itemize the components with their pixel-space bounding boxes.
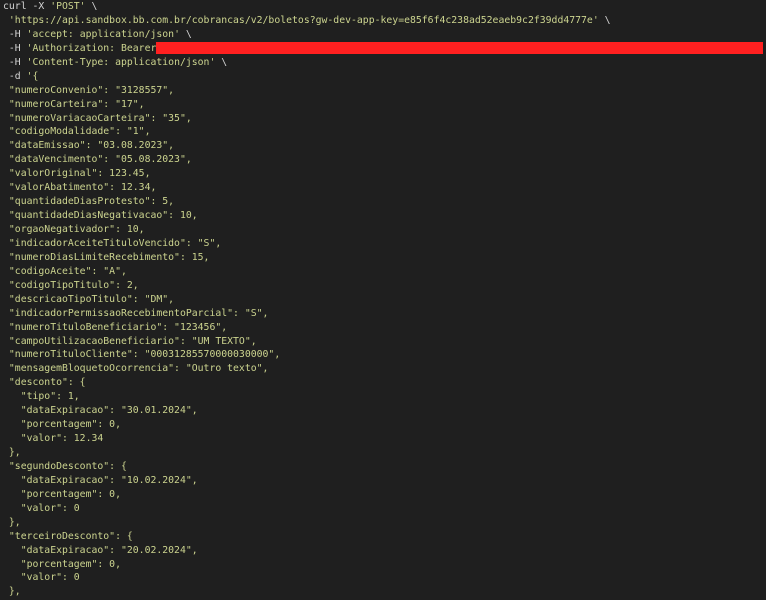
code-line: "porcentagem": 0, [3, 418, 611, 432]
code-token: -H [8, 42, 27, 54]
code-line: "orgaoNegativador": 10, [3, 223, 611, 237]
code-token: "desconto": { [8, 377, 86, 389]
code-line: "segundoDesconto": { [3, 460, 611, 474]
code-token: "dataExpiracao": "20.02.2024", [20, 544, 198, 556]
code-line: "numeroTituloBeneficiario": "123456", [3, 321, 611, 335]
code-token: }, [8, 516, 21, 528]
code-token: 'POST' [50, 1, 86, 12]
code-line: "dataEmissao": "03.08.2023", [3, 139, 611, 153]
code-line: "descricaoTipoTitulo": "DM", [3, 293, 611, 307]
terminal-window[interactable]: curl -X 'POST' \ 'https://api.sandbox.bb… [0, 0, 766, 600]
code-token: "mensagemBloquetoOcorrencia": "Outro tex… [8, 363, 269, 375]
code-token: "valor": 12.34 [20, 433, 104, 445]
code-token: 'https://api.sandbox.bb.com.br/cobrancas… [8, 14, 599, 26]
code-token: "tipo": 1, [20, 391, 80, 403]
code-line: "valorOriginal": 123.45, [3, 167, 611, 181]
code-line: "numeroTituloCliente": "0003128557000003… [3, 348, 611, 362]
code-line: "dataExpiracao": "30.01.2024", [3, 404, 611, 418]
code-token: 'accept: application/json' [26, 28, 180, 40]
code-token: "quantidadeDiasProtesto": 5, [8, 196, 175, 208]
code-token: "porcentagem": 0, [20, 419, 121, 431]
code-line: "codigoAceite": "A", [3, 265, 611, 279]
code-token: -H [8, 56, 27, 68]
code-line: "dataExpiracao": "20.02.2024", [3, 544, 611, 558]
code-token: "porcentagem": 0, [20, 558, 121, 570]
code-line: "indicadorPermissaoRecebimentoParcial": … [3, 307, 611, 321]
code-token: "numeroTituloCliente": "0003128557000003… [8, 349, 281, 361]
code-token: curl -X [3, 1, 51, 12]
code-token: "dataEmissao": "03.08.2023", [8, 140, 175, 152]
code-token: "numeroTituloBeneficiario": "123456", [8, 321, 228, 333]
code-token: }, [8, 447, 21, 458]
code-token: \ [215, 56, 228, 68]
code-line: "dataVencimento": "05.08.2023", [3, 153, 611, 167]
code-token: '{ [26, 70, 39, 82]
code-line: 'https://api.sandbox.bb.com.br/cobrancas… [3, 14, 611, 28]
code-line: "codigoTipoTitulo": 2, [3, 279, 611, 293]
code-line: "terceiroDesconto": { [3, 530, 611, 544]
code-token: "valor": 0 [20, 572, 80, 584]
code-token: -d [8, 70, 27, 82]
code-token: -H [8, 28, 27, 40]
code-token: "valor": 0 [20, 502, 80, 514]
code-line: "codigoModalidade": "1", [3, 125, 611, 139]
code-token: "campoUtilizacaoBeneficiario": "UM TEXTO… [8, 335, 257, 347]
code-line: "numeroConvenio": "3128557", [3, 84, 611, 98]
code-token: }, [8, 586, 21, 598]
code-token: \ [85, 1, 98, 12]
code-line: }, [3, 585, 611, 599]
code-token: "codigoTipoTitulo": 2, [8, 279, 139, 291]
code-token: "porcentagem": 0, [20, 488, 121, 500]
code-line: "valorAbatimento": 12.34, [3, 181, 611, 195]
code-token: "dataExpiracao": "30.01.2024", [20, 405, 198, 417]
code-token: "descricaoTipoTitulo": "DM", [8, 293, 175, 305]
code-line: "dataExpiracao": "10.02.2024", [3, 474, 611, 488]
code-line: "campoUtilizacaoBeneficiario": "UM TEXTO… [3, 335, 611, 349]
code-token: "indicadorPermissaoRecebimentoParcial": … [8, 307, 269, 319]
code-line: "numeroCarteira": "17", [3, 98, 611, 112]
code-line: "valor": 0 [3, 571, 611, 585]
code-token: "indicadorAceiteTituloVencido": "S", [8, 237, 222, 249]
redacted-token-bar [156, 42, 763, 54]
code-line: "desconto": { [3, 376, 611, 390]
code-token: "codigoAceite": "A", [8, 265, 127, 277]
code-token: "codigoModalidade": "1", [8, 126, 151, 138]
code-line: "porcentagem": 0, [3, 558, 611, 572]
code-token: "terceiroDesconto": { [8, 530, 133, 542]
code-line: "numeroVariacaoCarteira": "35", [3, 112, 611, 126]
code-line: "indicadorAceiteTituloVencido": "S", [3, 237, 611, 251]
code-line: }, [3, 446, 611, 460]
code-token: "orgaoNegativador": 10, [8, 224, 145, 235]
curl-command-text: curl -X 'POST' \ 'https://api.sandbox.bb… [3, 0, 611, 599]
code-token: "numeroDiasLimiteRecebimento": 15, [8, 251, 210, 263]
code-token: "dataExpiracao": "10.02.2024", [20, 474, 198, 486]
code-token: 'Authorization: Bearer [26, 42, 163, 54]
code-token: \ [179, 28, 192, 40]
code-token: "segundoDesconto": { [8, 460, 127, 472]
code-line: "tipo": 1, [3, 390, 611, 404]
code-line: "quantidadeDiasProtesto": 5, [3, 195, 611, 209]
code-token: \ [598, 14, 611, 26]
code-token: "numeroConvenio": "3128557", [8, 84, 175, 96]
code-line: -H 'Content-Type: application/json' \ [3, 56, 611, 70]
code-token: "valorAbatimento": 12.34, [8, 182, 157, 194]
code-line: "quantidadeDiasNegativacao": 10, [3, 209, 611, 223]
code-token: "numeroVariacaoCarteira": "35", [8, 112, 192, 124]
code-line: "valor": 0 [3, 502, 611, 516]
code-line: "numeroDiasLimiteRecebimento": 15, [3, 251, 611, 265]
code-token: "dataVencimento": "05.08.2023", [8, 154, 192, 166]
code-token: 'Content-Type: application/json' [26, 56, 216, 68]
code-line: -H 'accept: application/json' \ [3, 28, 611, 42]
code-line: "valor": 12.34 [3, 432, 611, 446]
code-line: "porcentagem": 0, [3, 488, 611, 502]
code-line: curl -X 'POST' \ [3, 0, 611, 14]
code-token: "numeroCarteira": "17", [8, 98, 145, 110]
code-line: -d '{ [3, 70, 611, 84]
code-line: }, [3, 516, 611, 530]
code-line: "mensagemBloquetoOcorrencia": "Outro tex… [3, 362, 611, 376]
code-token: "quantidadeDiasNegativacao": 10, [8, 210, 198, 222]
code-token: "valorOriginal": 123.45, [8, 168, 151, 180]
